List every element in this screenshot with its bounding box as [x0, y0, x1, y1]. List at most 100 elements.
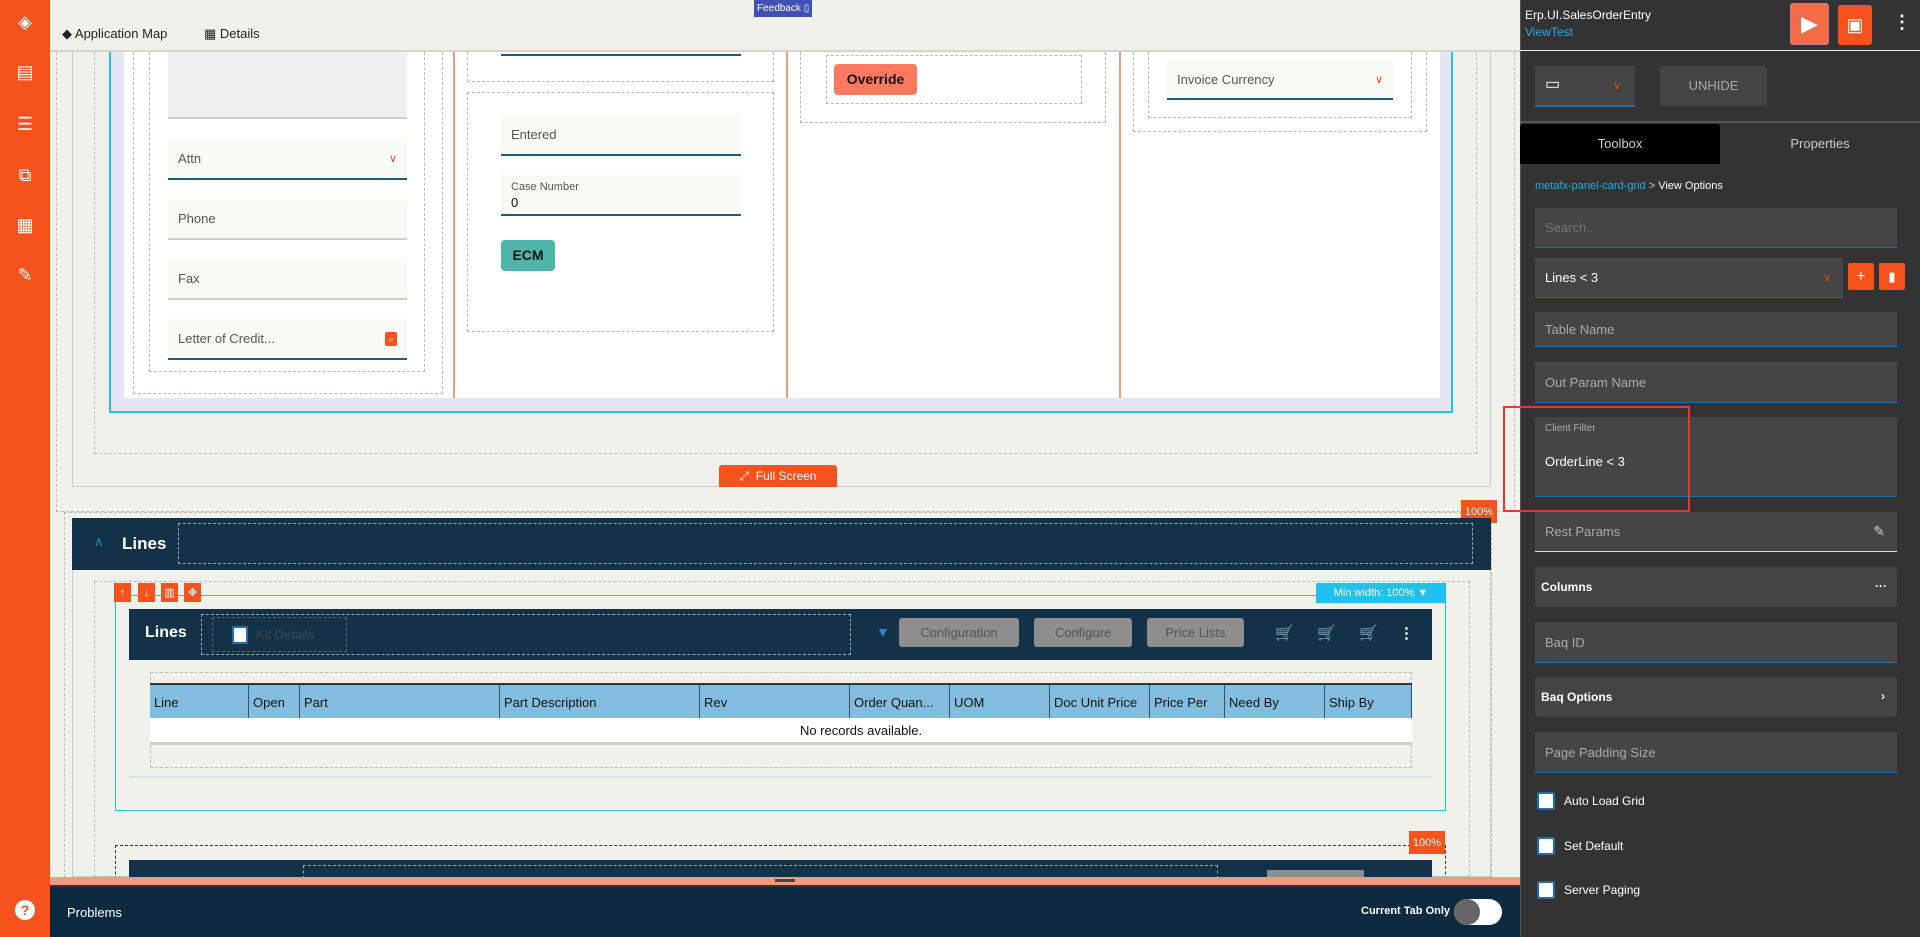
chevron-down-icon: ∨	[1374, 73, 1383, 86]
columns-section[interactable]: Columns ···	[1535, 567, 1897, 607]
ecm-button[interactable]: ECM	[501, 240, 555, 271]
entered-field[interactable]: Entered	[501, 115, 741, 156]
min-width-dropdown[interactable]: Min width: 100% ▼	[1316, 583, 1446, 603]
layout-icon[interactable]: ▤	[13, 60, 37, 84]
column-divider	[453, 52, 455, 398]
chevron-down-icon: ∨	[1822, 272, 1831, 284]
expand-icon: ⤢	[739, 468, 756, 483]
filter-icon[interactable]: ▼	[876, 624, 890, 640]
textarea-field[interactable]	[168, 52, 407, 119]
save-button[interactable]: ▣	[1838, 5, 1872, 45]
unhide-button[interactable]: UNHIDE	[1660, 66, 1767, 106]
configure-button[interactable]: Configure	[1034, 618, 1132, 647]
fax-field[interactable]: Fax	[168, 259, 407, 300]
set-default-checkbox[interactable]	[1537, 837, 1555, 855]
save-icon: ▣	[1846, 15, 1864, 35]
out-param-name-field[interactable]: Out Param Name	[1535, 362, 1897, 403]
column-header[interactable]: Ship By	[1325, 685, 1412, 720]
breadcrumb: metafx-panel-card-grid > View Options	[1535, 180, 1723, 192]
page-padding-size-field[interactable]: Page Padding Size	[1535, 732, 1897, 773]
cart-add-icon[interactable]: 🛒	[1275, 624, 1294, 642]
table-name-field[interactable]: Table Name	[1535, 312, 1897, 347]
view-name-link[interactable]: ViewTest	[1525, 25, 1573, 39]
breadcrumb-parent-link[interactable]: metafx-panel-card-grid	[1535, 180, 1646, 192]
column-header[interactable]: UOM	[950, 685, 1050, 720]
invoice-currency-dropdown[interactable]: Invoice Currency ∨	[1167, 60, 1393, 100]
width-badge: 100%	[1409, 831, 1445, 854]
left-sidebar: ◈ ▤ ☰ ⧉ ▦ ✎ ?	[0, 0, 50, 937]
column-header[interactable]: Doc Unit Price	[1050, 685, 1150, 720]
play-preview-button[interactable]: ▶	[1790, 3, 1829, 45]
search-icon[interactable]: ⌕	[385, 332, 397, 346]
checklist-icon[interactable]: ☰	[13, 112, 37, 136]
chevron-up-icon[interactable]: ∧	[94, 534, 104, 550]
phone-field[interactable]: Phone	[168, 199, 407, 240]
feedback-button[interactable]: Feedback ▯	[754, 0, 812, 17]
help-icon[interactable]: ?	[15, 900, 35, 920]
divider	[1520, 121, 1920, 123]
column-divider	[1119, 52, 1121, 398]
kit-details-checkbox[interactable]	[232, 626, 248, 644]
add-view-button[interactable]: +	[1848, 263, 1874, 290]
column-divider	[786, 52, 788, 398]
tab-details[interactable]: ▦ Details	[198, 26, 266, 55]
delete-view-button[interactable]: ▮	[1879, 263, 1905, 290]
more-vert-icon[interactable]: ⋮	[1893, 12, 1911, 33]
move-down-icon[interactable]: ↓	[138, 583, 155, 602]
grid-header-row: Line Open Part Part Description Rev Order Qua…	[150, 683, 1412, 720]
view-select-dropdown[interactable]: Lines < 3 ∨	[1535, 258, 1843, 298]
move-up-icon[interactable]: ↑	[114, 583, 131, 602]
column-header[interactable]: Part	[300, 685, 500, 720]
layers-icon: ◆	[62, 26, 75, 41]
rest-params-field[interactable]: Rest Params ✎	[1535, 512, 1897, 552]
plus-icon: +	[1856, 267, 1866, 285]
comment-icon: ▯	[803, 3, 810, 14]
column-header[interactable]: Line	[150, 685, 249, 720]
trash-icon[interactable]: ▥	[161, 583, 178, 602]
full-screen-button[interactable]: ⤢ Full Screen	[719, 465, 837, 487]
tab-properties[interactable]: Properties	[1720, 124, 1920, 164]
baq-id-field[interactable]: Baq ID	[1535, 622, 1897, 663]
cart-upload-icon[interactable]: 🛒	[1359, 624, 1378, 642]
column-header[interactable]: Need By	[1225, 685, 1325, 720]
top-tab-bar: ◆ Application Map ▦ Details Feedback ▯	[50, 0, 1520, 55]
current-tab-only-toggle[interactable]	[1454, 899, 1502, 925]
more-vert-icon[interactable]: ⋮	[1399, 624, 1414, 642]
header-slot	[178, 523, 1473, 564]
case-number-field[interactable]: Case Number 0	[501, 175, 741, 216]
resize-handle[interactable]	[50, 877, 1520, 885]
search-input[interactable]	[1535, 208, 1897, 248]
baq-options-section[interactable]: Baq Options ›	[1535, 677, 1897, 717]
device-dropdown[interactable]: ▭ ∨	[1535, 66, 1635, 107]
second-panel-header	[129, 860, 1432, 879]
edit-doc-icon[interactable]: ✎	[13, 263, 37, 287]
hierarchy-icon[interactable]: ⧉	[13, 163, 37, 187]
drag-move-icon[interactable]: ✥	[184, 583, 201, 602]
table-icon[interactable]: ▦	[13, 213, 37, 237]
column-header[interactable]: Price Per	[1150, 685, 1225, 720]
tab-toolbox[interactable]: Toolbox	[1520, 124, 1720, 164]
lines-section-header[interactable]: ∧ Lines	[72, 518, 1491, 570]
cart-remove-icon[interactable]: 🛒	[1317, 624, 1336, 642]
problems-panel: Problems Current Tab Only	[50, 885, 1520, 937]
letter-of-credit-field[interactable]: Letter of Credit... ⌕	[168, 319, 407, 360]
price-lists-button[interactable]: Price Lists	[1147, 618, 1244, 647]
chevron-down-icon: ∨	[388, 153, 397, 165]
chevron-down-icon: ∨	[1613, 80, 1622, 92]
column-header[interactable]: Part Description	[500, 685, 700, 720]
trash-icon: ▮	[1888, 268, 1896, 284]
configuration-button[interactable]: Configuration	[899, 618, 1019, 647]
column-header[interactable]: Rev	[700, 685, 850, 720]
chevron-right-icon: ›	[1881, 689, 1885, 703]
auto-load-grid-checkbox[interactable]	[1537, 792, 1555, 810]
server-paging-checkbox[interactable]	[1537, 881, 1555, 899]
ellipsis-icon[interactable]: ···	[1875, 579, 1887, 593]
pencil-icon[interactable]: ✎	[1873, 523, 1885, 540]
layers-icon[interactable]: ◈	[13, 10, 37, 34]
column-header[interactable]: Order Quan...	[850, 685, 950, 720]
column-header[interactable]: Open	[249, 685, 300, 720]
attn-dropdown[interactable]: Attn ∨	[168, 139, 407, 180]
tab-application-map[interactable]: ◆ Application Map	[62, 26, 167, 42]
play-icon: ▶	[1801, 11, 1818, 36]
override-button[interactable]: Override	[834, 64, 917, 95]
